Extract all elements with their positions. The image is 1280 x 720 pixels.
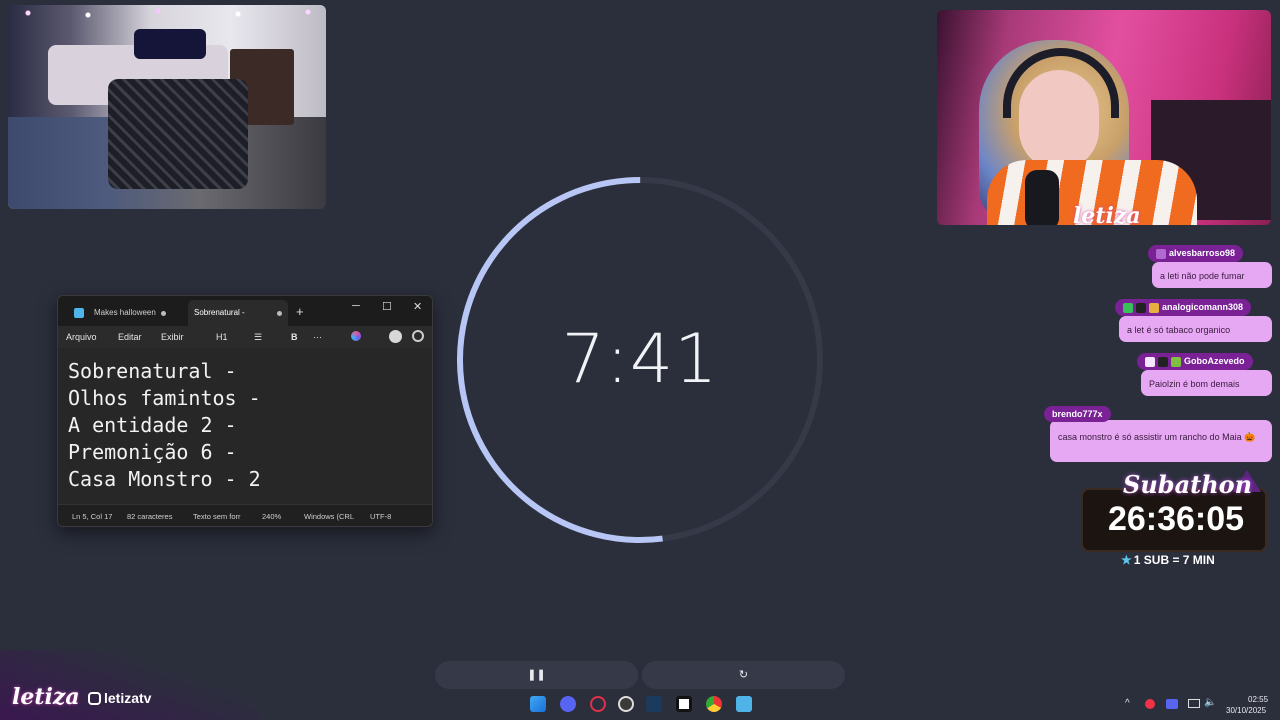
capcut-icon[interactable] [676,696,692,712]
tab-label: Sobrenatural - [194,308,245,317]
copilot-icon[interactable] [351,331,361,341]
notepad-statusbar: Ln 5, Col 17 82 caracteres Texto sem for… [58,504,432,526]
tab-label: Makes halloween [94,308,156,317]
subathon-rule: ★ 1 SUB = 7 MIN [1121,553,1215,567]
subathon-timer: 26:36:05 [1107,500,1245,538]
discord-icon[interactable] [560,696,576,712]
unsaved-dot-icon [161,311,166,316]
status-format[interactable]: Texto sem forr [193,512,241,521]
social-handle: letizatv [88,690,151,706]
settings-gear-icon[interactable] [412,330,424,342]
account-icon[interactable] [389,330,402,343]
tray-discord-icon[interactable] [1166,699,1178,709]
more-options-icon[interactable]: ··· [313,332,322,342]
brand-logo: letiza [12,684,80,710]
menu-edit[interactable]: Editar [118,332,142,342]
windows-start-icon[interactable] [530,696,546,712]
chat-username: GoboAzevedo [1137,353,1253,370]
subathon-title: Subathon [1123,470,1253,499]
status-line-ending[interactable]: Windows (CRL [304,512,354,521]
chat-text: a leti não pode fumar [1152,262,1272,288]
minimize-button[interactable]: ─ [352,300,360,312]
close-button[interactable]: ✕ [413,300,422,313]
bold-button[interactable]: B [291,332,298,342]
status-zoom[interactable]: 240% [262,512,281,521]
crown-badge-icon [1149,302,1159,313]
webcam-streamer: letiza [937,10,1271,225]
chat-username: brendo777x [1044,406,1111,422]
notepad-taskbar-icon[interactable] [736,696,752,712]
volume-icon[interactable]: 🔈 [1204,697,1216,708]
tray-chevron-icon[interactable]: ^ [1125,698,1130,709]
chat-message: a let é só tabaco organico analogicomann… [1115,299,1272,342]
pause-button[interactable]: ❚❚ [435,661,638,689]
subathon-widget: Subathon 26:36:05 ★ 1 SUB = 7 MIN [1081,470,1271,585]
menu-file[interactable]: Arquivo [66,332,97,342]
notepad-icon [74,308,84,318]
cat-badge-icon [1136,302,1146,313]
chat-message: a leti não pode fumar alvesbarroso98 [1148,245,1272,288]
status-char-count: 82 caracteres [127,512,173,521]
notepad-titlebar[interactable]: Makes halloween Sobrenatural - + ─ ☐ ✕ [58,296,432,326]
webcam-logo: letiza [1073,203,1141,225]
chat-text: casa monstro é só assistir um rancho do … [1050,420,1272,462]
instagram-icon [88,692,101,705]
star-icon: ★ [1121,553,1132,567]
check-badge-icon [1123,302,1133,313]
clock-date[interactable]: 30/10/2025 [1226,706,1266,715]
menu-view[interactable]: Exibir [161,332,184,342]
status-position: Ln 5, Col 17 [72,512,113,521]
reset-button[interactable]: ↻ [642,661,845,689]
chat-username: analogicomann308 [1115,299,1252,316]
sub-badge-icon [1156,248,1166,259]
cat-badge-icon [1158,356,1168,367]
tab-makes-halloween[interactable]: Makes halloween [66,300,172,326]
chat-message: Paiolzin é bom demais GoboAzevedo [1137,353,1272,396]
chat-text: Paiolzin é bom demais [1141,370,1272,396]
timer-display: 7:41 [561,320,719,399]
gem-badge-icon [1145,356,1155,367]
webcam-room [8,5,326,209]
network-icon[interactable] [1188,699,1200,708]
obs-icon[interactable] [618,696,634,712]
chat-username: alvesbarroso98 [1148,245,1244,262]
clock-time[interactable]: 02:55 [1248,695,1268,704]
tab-sobrenatural[interactable]: Sobrenatural - [188,300,288,326]
notepad-text-area[interactable]: Sobrenatural - Olhos famintos - A entida… [58,348,432,504]
unsaved-dot-icon [277,311,282,316]
list-dropdown-icon[interactable]: ☰ [254,332,262,343]
chat-text: a let é só tabaco organico [1119,316,1272,342]
steam-icon[interactable] [646,696,662,712]
opera-icon[interactable] [590,696,606,712]
maximize-button[interactable]: ☐ [382,300,392,313]
new-tab-button[interactable]: + [296,304,304,319]
heading-dropdown[interactable]: H1 [216,332,228,342]
notepad-menubar: Arquivo Editar Exibir H1 ☰ B ··· [58,326,432,348]
tray-app-icon[interactable] [1145,699,1155,709]
chat-message: casa monstro é só assistir um rancho do … [1044,406,1272,462]
status-encoding[interactable]: UTF-8 [370,512,391,521]
notepad-window[interactable]: Makes halloween Sobrenatural - + ─ ☐ ✕ A… [57,295,433,527]
chrome-icon[interactable] [706,696,722,712]
frog-badge-icon [1171,356,1181,367]
